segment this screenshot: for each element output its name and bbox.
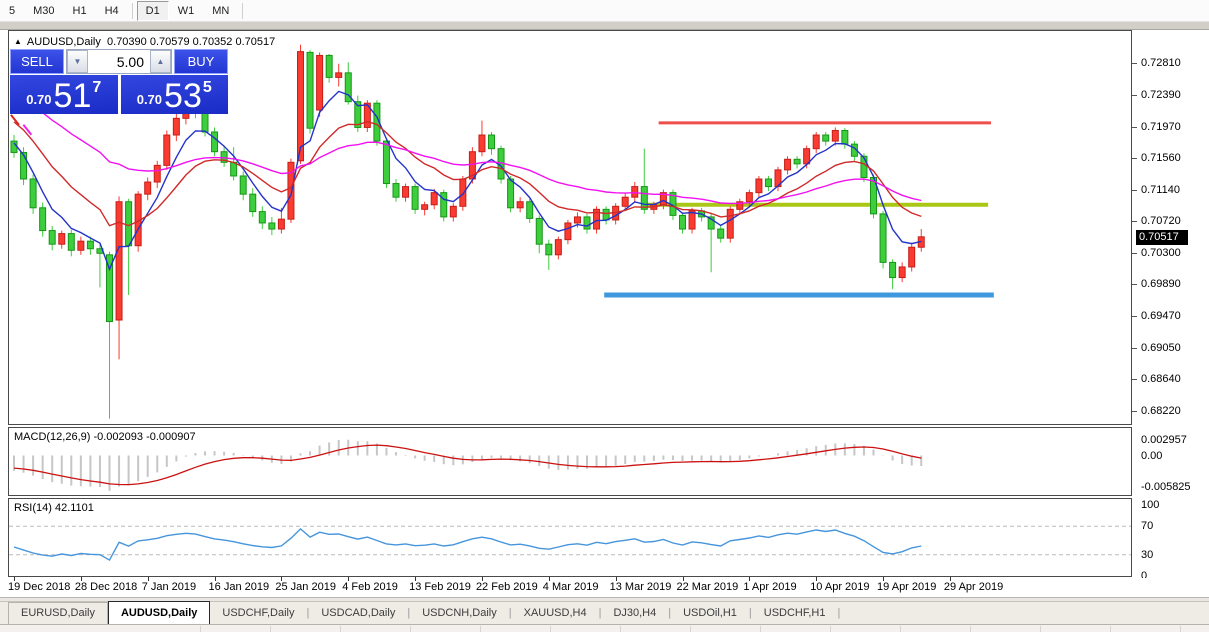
symbol-tab-usdchf-h1[interactable]: USDCHF,H1 [752,603,838,624]
price-axis-label: 0.68220 [1141,405,1181,417]
rsi-scale-label: 100 [1141,499,1159,511]
price-axis-label: 0.72390 [1141,89,1181,101]
macd-scale-label: 0.00 [1141,450,1162,462]
symbol-tab-usdoil-h1[interactable]: USDOil,H1 [671,603,749,624]
date-axis-label: 22 Mar 2019 [677,581,739,593]
statusbar-segment-divider [1110,626,1111,632]
date-axis-label: 25 Jan 2019 [275,581,336,593]
statusbar-segment-divider [760,626,761,632]
price-axis-label: 0.71140 [1141,184,1180,196]
sell-price-prefix: 0.70 [26,92,51,107]
symbol-tab-usdchf-daily[interactable]: USDCHF,Daily [210,603,306,624]
tab-separator: | [837,607,840,624]
date-axis-label: 13 Feb 2019 [409,581,471,593]
macd-label: MACD(12,26,9) -0.002093 -0.000907 [14,431,196,443]
symbol-tab-audusd-daily[interactable]: AUDUSD,Daily [108,601,210,624]
price-axis-tick [1132,253,1137,254]
price-axis-tick [1132,63,1137,64]
symbol-tab-usdcad-daily[interactable]: USDCAD,Daily [309,603,407,624]
volume-spinner: ▼ ▲ [66,49,172,74]
price-axis-tick [1132,158,1137,159]
symbol-tab-eurusd-daily[interactable]: EURUSD,Daily [8,602,108,624]
price-axis-tick [1132,284,1137,285]
statusbar-segment-divider [200,626,201,632]
date-axis: 19 Dec 2018 28 Dec 2018 7 Jan 2019 16 Jan 2… [0,578,1209,597]
date-axis-label: 16 Jan 2019 [209,581,270,593]
price-axis-tick [1132,348,1137,349]
buy-price-prefix: 0.70 [137,92,162,107]
price-axis-tick [1132,316,1137,317]
date-axis-label: 4 Feb 2019 [342,581,398,593]
date-axis-label: 1 Apr 2019 [743,581,796,593]
chart-title: ▲ AUDUSD,Daily 0.70390 0.70579 0.70352 0.… [14,36,275,48]
statusbar-segment-divider [1040,626,1041,632]
current-price-tag: 0.70517 [1136,230,1188,245]
statusbar-segment-divider [620,626,621,632]
statusbar-segment-divider [900,626,901,632]
symbol-tab-usdcnh-daily[interactable]: USDCNH,Daily [410,603,509,624]
price-axis-tick [1132,411,1137,412]
chart-ohlc-values: 0.70390 0.70579 0.70352 0.70517 [107,36,275,48]
sell-price-big: 51 [54,81,92,111]
price-axis-label: 0.72810 [1141,57,1181,69]
date-axis-label: 29 Apr 2019 [944,581,1003,593]
symbol-marker-icon: ▲ [14,37,22,46]
statusbar-segment-divider [270,626,271,632]
chart-symbol: AUDUSD,Daily [27,36,101,48]
price-axis-label: 0.70720 [1141,215,1181,227]
macd-scale-label: -0.005825 [1141,481,1191,493]
one-click-trading-panel: SELL ▼ ▲ BUY 0.70517 0.70535 [10,49,228,114]
sell-price-quote[interactable]: 0.70517 [10,75,118,114]
price-axis-label: 0.71970 [1141,121,1181,133]
volume-decrease-button[interactable]: ▼ [67,50,88,73]
buy-price-big: 53 [164,81,202,111]
buy-price-quote[interactable]: 0.70535 [121,75,229,114]
price-axis-label: 0.70300 [1141,247,1181,259]
statusbar-segment-divider [340,626,341,632]
date-axis-label: 4 Mar 2019 [543,581,599,593]
volume-increase-button[interactable]: ▲ [150,50,171,73]
statusbar-segment-divider [830,626,831,632]
price-axis-tick [1132,221,1137,222]
symbol-tab-dj30-h4[interactable]: DJ30,H4 [601,603,668,624]
macd-scale-label: 0.002957 [1141,434,1187,446]
price-axis-label: 0.69890 [1141,278,1181,290]
price-axis-tick [1132,379,1137,380]
buy-price-point: 5 [203,79,212,97]
symbol-tab-xauusd-h4[interactable]: XAUUSD,H4 [512,603,599,624]
statusbar-segment-divider [970,626,971,632]
price-axis-tick [1132,127,1137,128]
statusbar-segment-divider [550,626,551,632]
symbol-tabs-bar: EURUSD,DailyAUDUSD,DailyUSDCHF,Daily|USD… [0,601,1209,624]
price-axis-label: 0.69470 [1141,310,1181,322]
status-bar [0,624,1209,632]
price-axis-label: 0.69050 [1141,342,1181,354]
date-axis-label: 22 Feb 2019 [476,581,538,593]
statusbar-segment-divider [1180,626,1181,632]
sell-button[interactable]: SELL [10,49,64,74]
price-axis-label: 0.71560 [1141,152,1181,164]
date-axis-label: 19 Apr 2019 [877,581,936,593]
date-axis-label: 28 Dec 2018 [75,581,137,593]
date-axis-label: 7 Jan 2019 [142,581,196,593]
statusbar-segment-divider [480,626,481,632]
statusbar-segment-divider [410,626,411,632]
date-axis-label: 10 Apr 2019 [810,581,869,593]
statusbar-segment-divider [690,626,691,632]
sell-price-point: 7 [92,79,101,97]
mt4-window: 5M30H1H4D1W1MN ▲AUDUSD,Daily 0.70390 0.7… [0,0,1209,632]
price-axis-tick [1132,190,1137,191]
rsi-scale-label: 30 [1141,549,1153,561]
volume-input[interactable] [88,50,150,73]
date-axis-label: 13 Mar 2019 [610,581,672,593]
buy-button[interactable]: BUY [174,49,228,74]
date-axis-label: 19 Dec 2018 [8,581,70,593]
price-axis-label: 0.68640 [1141,373,1181,385]
rsi-scale-label: 70 [1141,520,1153,532]
rsi-label: RSI(14) 42.1101 [14,502,94,514]
price-axis-tick [1132,95,1137,96]
